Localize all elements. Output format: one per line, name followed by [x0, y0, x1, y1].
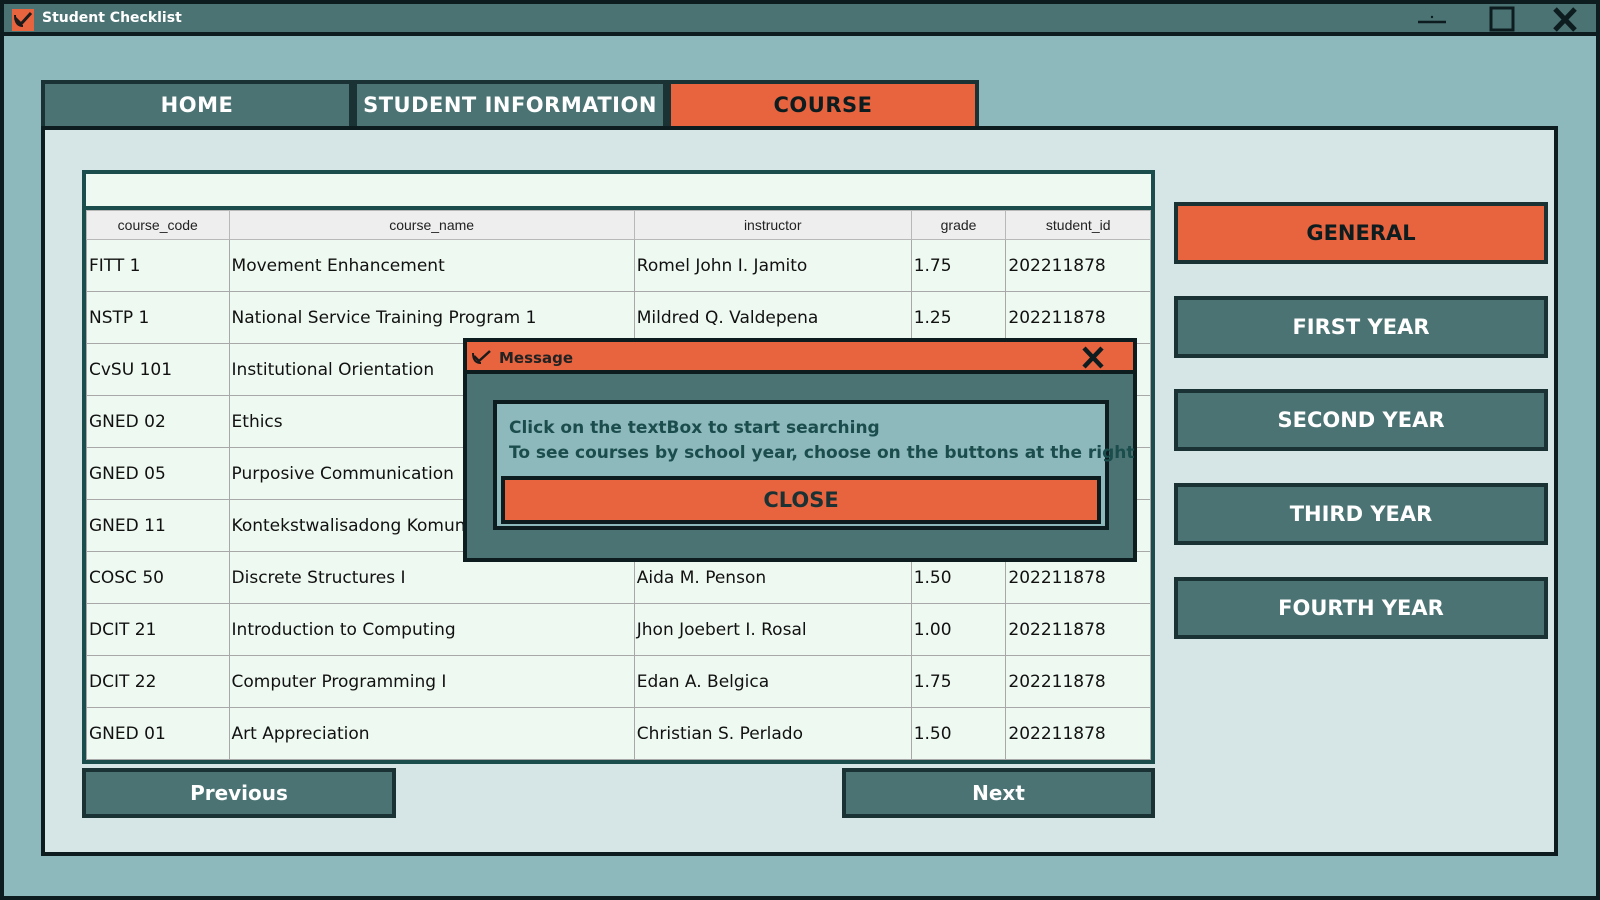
table-header: course_code course_name instructor grade…: [86, 210, 1151, 240]
cell-instructor[interactable]: Edan A. Belgica: [633, 655, 912, 708]
maximize-icon[interactable]: [1482, 6, 1522, 32]
cell-student-id[interactable]: 202211878: [1005, 239, 1151, 292]
fourth-year-button[interactable]: FOURTH YEAR: [1174, 577, 1548, 639]
previous-button[interactable]: Previous: [82, 768, 396, 818]
first-year-button[interactable]: FIRST YEAR: [1174, 296, 1548, 358]
table-row[interactable]: NSTP 1 National Service Training Program …: [86, 291, 1151, 344]
general-button[interactable]: GENERAL: [1174, 202, 1548, 264]
column-header-student-id[interactable]: student_id: [1005, 210, 1151, 240]
dialog-body: Click on the textBox to start searching …: [493, 400, 1135, 530]
table-row[interactable]: DCIT 22 Computer Programming I Edan A. Bel…: [86, 655, 1151, 708]
cell-course-code[interactable]: GNED 02: [86, 395, 230, 448]
cell-course-code[interactable]: FITT 1: [86, 239, 230, 292]
column-header-instructor[interactable]: instructor: [633, 210, 912, 240]
search-input[interactable]: [82, 170, 1155, 210]
dialog-message-line-1: Click on the textBox to start searching: [509, 418, 880, 438]
cell-course-code[interactable]: GNED 11: [86, 499, 230, 552]
cell-course-name[interactable]: Art Appreciation: [228, 707, 635, 760]
cell-student-id[interactable]: 202211878: [1005, 291, 1151, 344]
cell-student-id[interactable]: 202211878: [1005, 707, 1151, 760]
cell-course-name[interactable]: Movement Enhancement: [228, 239, 635, 292]
cell-course-name[interactable]: Computer Programming I: [228, 655, 635, 708]
table-row[interactable]: GNED 01 Art Appreciation Christian S. Perl…: [86, 707, 1151, 760]
column-header-course-code[interactable]: course_code: [86, 210, 230, 240]
cell-student-id[interactable]: 202211878: [1005, 655, 1151, 708]
second-year-button[interactable]: SECOND YEAR: [1174, 389, 1548, 451]
tab-student-information[interactable]: STUDENT INFORMATION: [353, 80, 667, 126]
close-button[interactable]: CLOSE: [501, 476, 1101, 524]
table-row[interactable]: DCIT 21 Introduction to Computing Jhon Joe…: [86, 603, 1151, 656]
cell-course-code[interactable]: GNED 01: [86, 707, 230, 760]
dialog-title-bar[interactable]: Message: [467, 342, 1133, 374]
tab-course[interactable]: COURSE: [667, 80, 979, 126]
cell-course-code[interactable]: GNED 05: [86, 447, 230, 500]
cell-course-name[interactable]: National Service Training Program 1: [228, 291, 635, 344]
window-title: Student Checklist: [42, 10, 182, 26]
close-icon[interactable]: [1081, 345, 1105, 369]
minimize-icon[interactable]: [1412, 6, 1452, 32]
cell-instructor[interactable]: Jhon Joebert I. Rosal: [633, 603, 912, 656]
cell-grade[interactable]: 1.50: [910, 707, 1007, 760]
third-year-button[interactable]: THIRD YEAR: [1174, 483, 1548, 545]
dialog-title: Message: [499, 349, 573, 367]
cell-course-name[interactable]: Introduction to Computing: [228, 603, 635, 656]
close-icon[interactable]: [1546, 6, 1586, 32]
cell-course-code[interactable]: COSC 50: [86, 551, 230, 604]
next-button[interactable]: Next: [842, 768, 1155, 818]
cell-instructor[interactable]: Mildred Q. Valdepena: [633, 291, 912, 344]
cell-grade[interactable]: 1.75: [910, 655, 1007, 708]
cell-course-code[interactable]: NSTP 1: [86, 291, 230, 344]
table-row[interactable]: FITT 1 Movement Enhancement Romel John I. …: [86, 239, 1151, 292]
cell-grade[interactable]: 1.00: [910, 603, 1007, 656]
cell-grade[interactable]: 1.75: [910, 239, 1007, 292]
checkmark-icon: [471, 348, 493, 372]
cell-course-code[interactable]: CvSU 101: [86, 343, 230, 396]
column-header-course-name[interactable]: course_name: [228, 210, 635, 240]
cell-grade[interactable]: 1.25: [910, 291, 1007, 344]
cell-student-id[interactable]: 202211878: [1005, 603, 1151, 656]
title-bar[interactable]: Student Checklist: [4, 4, 1596, 36]
cell-instructor[interactable]: Romel John I. Jamito: [633, 239, 912, 292]
tab-home[interactable]: HOME: [41, 80, 353, 126]
cell-instructor[interactable]: Christian S. Perlado: [633, 707, 912, 760]
message-dialog: Message Click on the textBox to start se…: [463, 338, 1137, 562]
column-header-grade[interactable]: grade: [910, 210, 1007, 240]
cell-course-code[interactable]: DCIT 21: [86, 603, 230, 656]
checkmark-icon: [12, 9, 34, 31]
dialog-message-line-2: To see courses by school year, choose on…: [509, 443, 1135, 463]
cell-course-code[interactable]: DCIT 22: [86, 655, 230, 708]
